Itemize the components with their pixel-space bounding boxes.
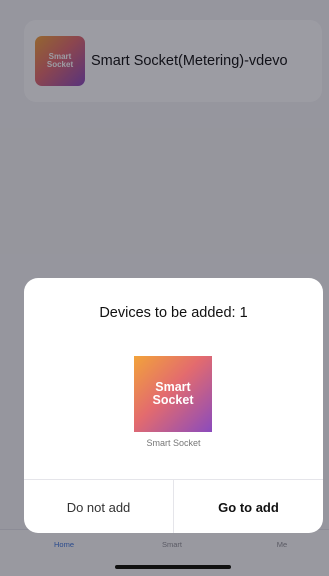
go-to-add-button[interactable]: Go to add: [174, 480, 323, 533]
home-indicator: [115, 565, 231, 569]
do-not-add-button[interactable]: Do not add: [24, 480, 174, 533]
dialog-device-name: Smart Socket: [146, 438, 201, 448]
dialog-actions: Do not add Go to add: [24, 479, 323, 533]
dialog-title: Devices to be added: 1: [99, 305, 248, 321]
dialog-device-thumbnail: Smart Socket: [134, 356, 212, 432]
dialog-thumb-text-line2: Socket: [152, 393, 194, 407]
add-devices-dialog: Devices to be added: 1 Smart Socket Smar…: [24, 278, 323, 533]
